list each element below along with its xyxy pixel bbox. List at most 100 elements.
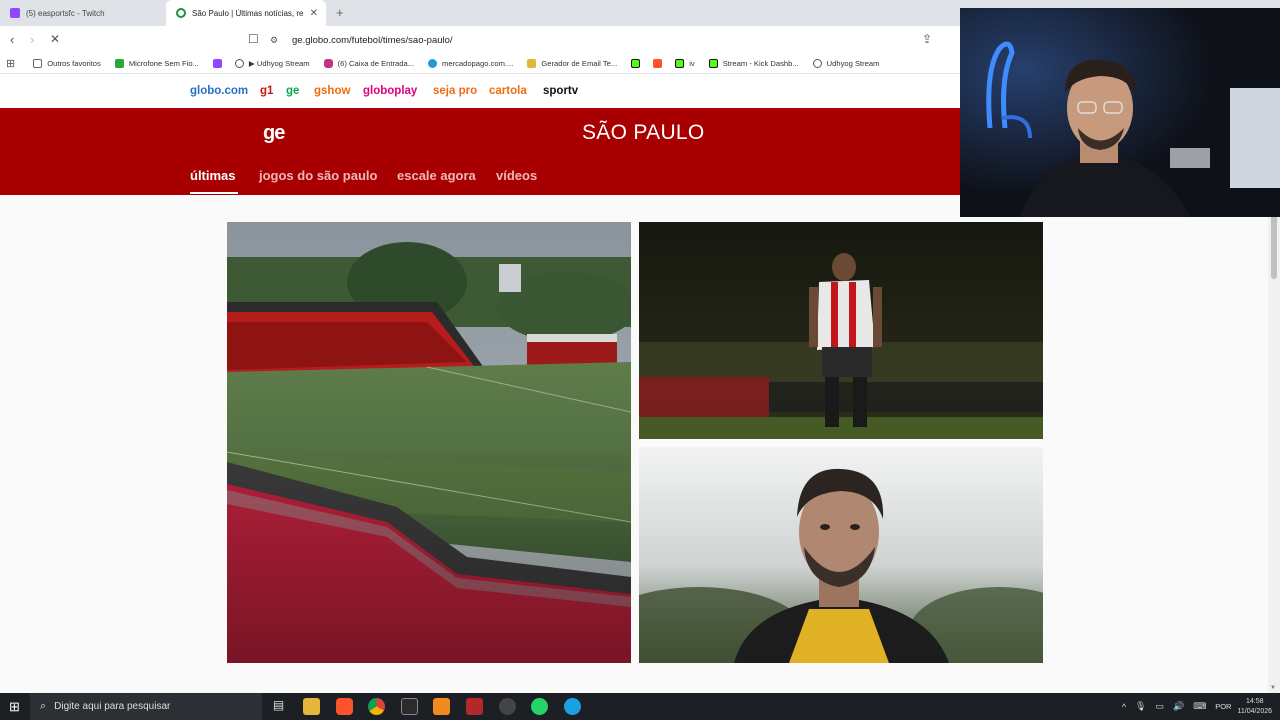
news-card-stadium[interactable] xyxy=(227,222,631,663)
bookmark-label: iv xyxy=(689,59,695,68)
bookmark-item[interactable]: Gerador de Email Te... xyxy=(527,59,617,68)
bookmark-item[interactable]: (6) Caixa de Entrada... xyxy=(323,59,415,68)
news-card-portrait[interactable] xyxy=(639,447,1043,663)
streamer-webcam-image xyxy=(960,8,1280,217)
tab-ultimas[interactable]: últimas xyxy=(190,168,236,183)
app-icon[interactable] xyxy=(401,698,418,715)
instagram-icon xyxy=(323,59,333,68)
stop-loading-icon[interactable]: ✕ xyxy=(50,32,60,46)
task-view-icon[interactable]: ▤ xyxy=(270,698,287,715)
bookmark-item[interactable]: mercadopago.com.... xyxy=(428,59,513,68)
windows-taskbar: ⊞ ⌕ Digite aqui para pesquisar ▤ ^ 🎙 ▭ 🔊… xyxy=(0,693,1280,720)
whatsapp-icon[interactable] xyxy=(531,698,548,715)
bookmark-label: ▶ Udhyog Stream xyxy=(248,59,310,68)
ge-logo[interactable]: ge xyxy=(263,122,285,145)
webcam-overlay xyxy=(960,8,1280,217)
microphone-icon[interactable]: 🎙 xyxy=(1135,701,1146,712)
file-explorer-icon[interactable] xyxy=(303,698,320,715)
apps-grid-icon[interactable]: ⊞ xyxy=(6,57,15,70)
news-feed xyxy=(0,195,1280,693)
kick-icon xyxy=(675,59,685,68)
bookmark-label: Microfone Sem Fio... xyxy=(128,59,199,68)
keyboard-icon[interactable]: ⌨ xyxy=(1193,701,1206,712)
tab-title: (5) easportsfc - Twitch xyxy=(26,8,105,18)
nav-link-globo[interactable]: globo.com xyxy=(190,85,248,97)
bookmark-label: Udhyog Stream xyxy=(826,59,880,68)
nav-link-globoplay[interactable]: globoplay xyxy=(363,85,417,97)
kick-icon xyxy=(631,59,641,68)
page-scrollbar[interactable]: ▲ ▼ xyxy=(1268,195,1280,693)
close-tab-icon[interactable]: ✕ xyxy=(310,8,318,19)
player-image xyxy=(639,222,1043,439)
ge-favicon-icon xyxy=(176,8,186,18)
bookmark-item[interactable]: Outros favoritos xyxy=(33,59,101,68)
kick-icon xyxy=(708,59,718,68)
site-info-icon[interactable]: ⚙ xyxy=(270,35,284,46)
bookmark-item[interactable]: Microfone Sem Fio... xyxy=(114,59,199,68)
bookmark-label: Gerador de Email Te... xyxy=(541,59,618,68)
nav-link-sportv[interactable]: sportv xyxy=(543,85,578,97)
app-icon[interactable] xyxy=(499,698,516,715)
clock[interactable]: 14:58 11/04/2026 xyxy=(1237,697,1272,717)
system-tray: ^ 🎙 ▭ 🔊 ⌨ POR 14:58 11/04/2026 xyxy=(1122,693,1272,720)
bookmark-item[interactable] xyxy=(631,59,645,68)
new-tab-icon[interactable]: + xyxy=(336,5,344,20)
mercadopago-icon xyxy=(428,59,438,68)
share-icon[interactable]: ⇪ xyxy=(922,32,932,46)
brave-icon xyxy=(653,59,663,68)
active-tab-indicator xyxy=(190,192,238,194)
search-icon: ⌕ xyxy=(40,700,47,712)
scroll-down-icon[interactable]: ▼ xyxy=(1270,685,1276,691)
portrait-image xyxy=(639,447,1043,663)
forward-icon[interactable]: › xyxy=(30,32,34,47)
taskbar-search[interactable]: ⌕ Digite aqui para pesquisar xyxy=(30,693,262,720)
globe-icon xyxy=(234,59,244,68)
windows-start-icon[interactable]: ⊞ xyxy=(9,699,20,715)
bookmark-icon xyxy=(114,59,124,68)
input-language[interactable]: POR xyxy=(1215,702,1231,711)
brave-browser-icon[interactable] xyxy=(336,698,353,715)
pen-icon xyxy=(527,59,537,68)
bookmark-label: mercadopago.com.... xyxy=(442,59,514,68)
tab-twitch[interactable]: (5) easportsfc - Twitch xyxy=(0,0,166,26)
edge-icon[interactable] xyxy=(564,698,581,715)
globe-icon xyxy=(812,59,822,68)
tab-title: São Paulo | Últimas notícias, resu xyxy=(192,8,304,18)
tab-escale-agora[interactable]: escale agora xyxy=(397,168,476,183)
bookmark-item[interactable] xyxy=(653,59,667,68)
nav-link-seja-pro[interactable]: seja pro xyxy=(433,85,477,97)
network-icon[interactable]: ▭ xyxy=(1155,701,1164,712)
address-bar[interactable]: ⚙ ge.globo.com/futebol/times/sao-paulo/ xyxy=(270,30,960,50)
chrome-icon[interactable] xyxy=(368,698,385,715)
scrollbar-thumb[interactable] xyxy=(1271,215,1277,279)
tab-jogos[interactable]: jogos do são paulo xyxy=(259,168,377,183)
volume-icon[interactable]: 🔊 xyxy=(1173,701,1184,712)
bookmark-item[interactable] xyxy=(212,59,227,68)
search-placeholder: Digite aqui para pesquisar xyxy=(54,701,171,712)
tab-videos[interactable]: vídeos xyxy=(496,168,537,183)
show-hidden-icons-icon[interactable]: ^ xyxy=(1122,702,1126,712)
twitch-icon xyxy=(212,59,222,68)
news-card-player[interactable] xyxy=(639,222,1043,439)
bookmark-item[interactable]: Udhyog Stream xyxy=(812,59,880,68)
clock-date: 11/04/2026 xyxy=(1237,707,1272,715)
folder-icon xyxy=(33,59,43,68)
bookmark-item[interactable]: ▶ Udhyog Stream xyxy=(234,59,310,68)
bookmark-item[interactable]: iv xyxy=(675,59,695,68)
tab-ge-sao-paulo[interactable]: São Paulo | Últimas notícias, resu ✕ xyxy=(166,0,326,26)
nav-link-ge[interactable]: ge xyxy=(286,85,299,97)
app-icon[interactable] xyxy=(433,698,450,715)
bookmark-label: (6) Caixa de Entrada... xyxy=(337,59,415,68)
bookmark-page-icon[interactable]: ☐ xyxy=(248,32,259,46)
back-icon[interactable]: ‹ xyxy=(10,32,14,47)
nav-link-cartola[interactable]: cartola xyxy=(489,85,527,97)
bookmark-item[interactable]: Stream - Kick Dashb... xyxy=(708,59,799,68)
nav-link-gshow[interactable]: gshow xyxy=(314,85,350,97)
bookmark-label: Outros favoritos xyxy=(47,59,101,68)
nav-link-g1[interactable]: g1 xyxy=(260,85,273,97)
url-text: ge.globo.com/futebol/times/sao-paulo/ xyxy=(292,34,453,46)
bookmark-label: Stream - Kick Dashb... xyxy=(722,59,799,68)
clock-time: 14:58 xyxy=(1245,697,1264,705)
app-icon[interactable] xyxy=(466,698,483,715)
page-title: SÃO PAULO xyxy=(582,121,705,144)
